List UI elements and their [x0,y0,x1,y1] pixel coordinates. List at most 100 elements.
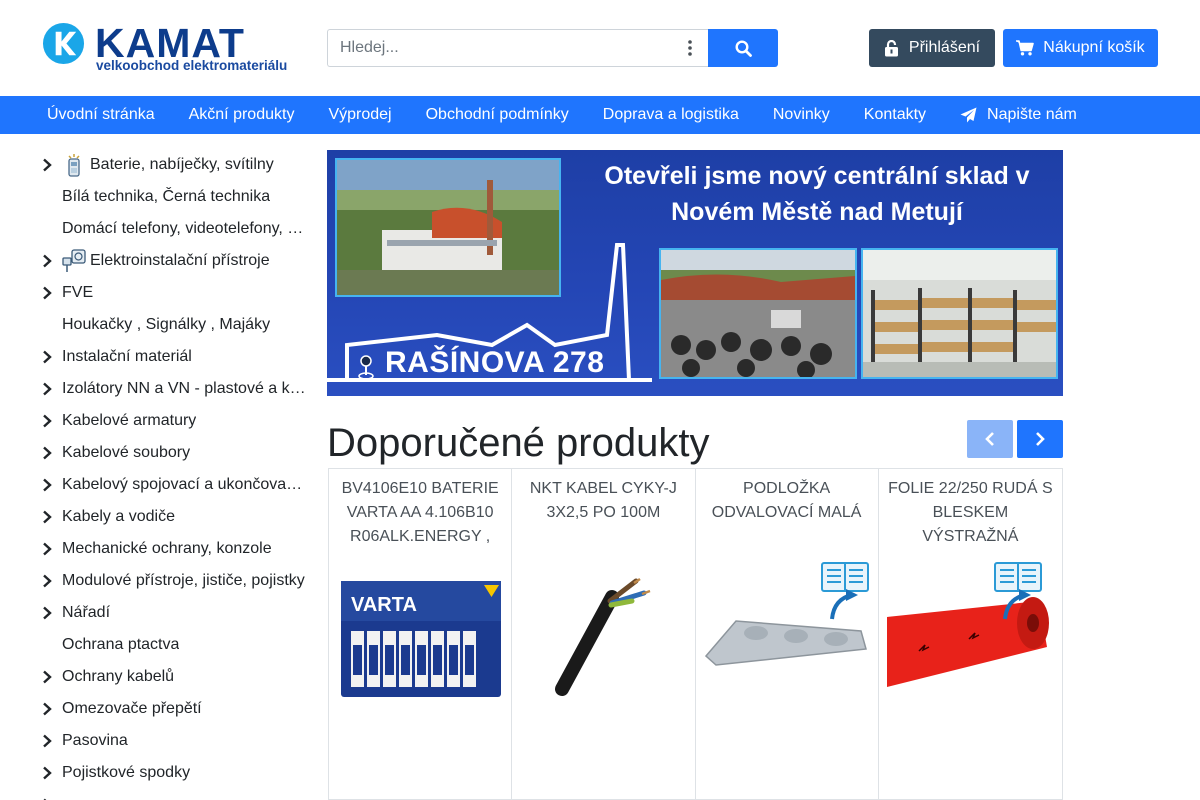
carousel-prev-button[interactable] [967,420,1013,458]
category-item[interactable]: Bílá technika, Černá technika [36,181,311,213]
chevron-right-icon[interactable] [40,574,54,588]
chevron-right-icon[interactable] [40,286,54,300]
nav-item-shipping[interactable]: Doprava a logistika [586,96,756,134]
product-card[interactable]: PODLOŽKA ODVALOVACÍ MALÁ [696,469,879,799]
login-label: Přihlášení [908,39,981,56]
category-item[interactable]: Kabelové armatury [36,405,311,437]
login-button[interactable]: Přihlášení [869,29,995,67]
unlock-icon [884,39,898,56]
cart-button[interactable]: Nákupní košík [1003,29,1158,67]
chevron-right-icon[interactable] [40,766,54,780]
chevron-right-icon[interactable] [40,382,54,396]
category-item[interactable]: Elektroinstalační přístroje [36,245,311,277]
category-item[interactable] [36,789,311,800]
category-item[interactable]: Modulové přístroje, jističe, pojistky [36,565,311,597]
search-input[interactable] [327,29,709,67]
category-item[interactable]: Omezovače přepětí [36,693,311,725]
category-label: Omezovače přepětí [62,700,202,717]
category-item[interactable]: Pojistkové spodky [36,757,311,789]
category-item[interactable]: Nářadí [36,597,311,629]
nav-item-news[interactable]: Novinky [756,96,847,134]
chevron-right-icon[interactable] [40,670,54,684]
roller-pad-image [704,562,869,666]
chevron-right-icon[interactable] [40,478,54,492]
cart-label: Nákupní košík [1043,39,1145,56]
category-item[interactable]: Kabelový spojovací a ukončova… [36,469,311,501]
nav-label: Doprava a logistika [602,106,739,123]
category-item[interactable]: FVE [36,277,311,309]
category-label: Modulové přístroje, jističe, pojistky [62,572,305,589]
category-item[interactable]: Ochrana ptactva [36,629,311,661]
product-card[interactable]: FOLIE 22/250 RUDÁ S BLESKEM VÝSTRAŽNÁ [879,469,1062,799]
category-item[interactable]: Baterie, nabíječky, svítilny [36,149,311,181]
nav-item-terms[interactable]: Obchodní podmínky [409,96,586,134]
nav-label: Novinky [772,106,830,123]
nav-item-home[interactable]: Úvodní stránka [30,96,172,134]
nav-item-write-us[interactable]: Napište nám [943,96,1094,134]
category-item[interactable]: Kabelové soubory [36,437,311,469]
category-label: Pasovina [62,732,128,749]
product-name: FOLIE 22/250 RUDÁ S BLESKEM VÝSTRAŽNÁ [888,480,1053,545]
nav-item-promo-products[interactable]: Akční produkty [172,96,312,134]
category-item[interactable]: Houkačky , Signálky , Majáky [36,309,311,341]
product-name: PODLOŽKA ODVALOVACÍ MALÁ [711,480,862,521]
banner-line-2: Novém Městě nad Metují [671,198,963,226]
category-item[interactable]: Pasovina [36,725,311,757]
chevron-right-icon[interactable] [40,446,54,460]
nav-label: Akční produkty [188,106,295,123]
carousel-next-button[interactable] [1017,420,1063,458]
product-carousel: BV4106E10 BATERIE VARTA AA 4.106B10 R06A… [328,468,1063,800]
kamat-logo-icon [42,22,85,65]
category-label: Ochrany kabelů [62,668,175,685]
category-item[interactable]: Instalační materiál [36,341,311,373]
chevron-right-icon [1036,432,1045,446]
category-label: Nářadí [62,604,111,621]
product-card[interactable]: NKT KABEL CYKY-J 3X2,5 PO 100M [512,469,696,799]
category-label: FVE [62,284,94,301]
search-button[interactable] [708,29,778,67]
product-name: BV4106E10 BATERIE VARTA AA 4.106B10 R06A… [341,480,499,545]
chevron-right-icon[interactable] [40,254,54,268]
category-item[interactable]: Domácí telefony, videotelefony, … [36,213,311,245]
chevron-right-icon[interactable] [40,542,54,556]
chevron-right-icon[interactable] [40,734,54,748]
warehouse-aerial-photo [335,158,561,297]
chevron-left-icon [985,432,994,446]
category-label: Pojistkové spodky [62,764,191,781]
chevron-right-icon[interactable] [40,702,54,716]
category-label: Kabelový spojovací a ukončova… [62,476,303,493]
chevron-right-icon[interactable] [40,606,54,620]
category-item[interactable]: Ochrany kabelů [36,661,311,693]
category-sidebar: Baterie, nabíječky, svítilny Bílá technik… [36,149,311,800]
category-label: Kabely a vodiče [62,508,175,525]
chevron-right-icon[interactable] [40,158,54,172]
nav-label: Úvodní stránka [47,106,155,123]
paper-plane-icon [960,107,977,123]
category-item[interactable]: Kabely a vodiče [36,501,311,533]
chevron-right-icon[interactable] [40,510,54,524]
category-label: Bílá technika, Černá technika [62,188,271,205]
search-options-icon[interactable] [679,39,701,57]
cart-icon [1016,40,1035,56]
nav-item-clearance[interactable]: Výprodej [311,96,408,134]
nav-item-contacts[interactable]: Kontakty [847,96,943,134]
chevron-right-icon[interactable] [40,414,54,428]
banner-headline: Otevřeli jsme nový centrální sklad v Nov… [577,158,1057,230]
category-label: Mechanické ochrany, konzole [62,540,272,557]
nav-label: Kontakty [863,106,927,123]
category-label: Domácí telefony, videotelefony, … [62,220,304,237]
brand-tagline: velkoobchod elektromateriálu [96,58,288,73]
product-card[interactable]: BV4106E10 BATERIE VARTA AA 4.106B10 R06A… [329,469,513,799]
category-label: Izolátory NN a VN - plastové a k… [62,380,306,397]
red-warning-foil-image [886,562,1049,687]
chevron-right-icon[interactable] [40,350,54,364]
varta-battery-pack-image: VARTA [341,581,501,697]
category-item[interactable]: Izolátory NN a VN - plastové a k… [36,373,311,405]
banner-address: RAŠÍNOVA 278 [385,346,605,379]
catalog-book-icon [820,562,869,620]
kamat-logo[interactable]: KAMAT velkoobchod elektromateriálu [42,20,292,76]
main-nav: Úvodní stránka Akční produkty Výprodej O… [0,96,1200,134]
category-label: Kabelové armatury [62,412,197,429]
promo-banner[interactable]: Otevřeli jsme nový centrální sklad v Nov… [327,150,1063,396]
category-item[interactable]: Mechanické ochrany, konzole [36,533,311,565]
